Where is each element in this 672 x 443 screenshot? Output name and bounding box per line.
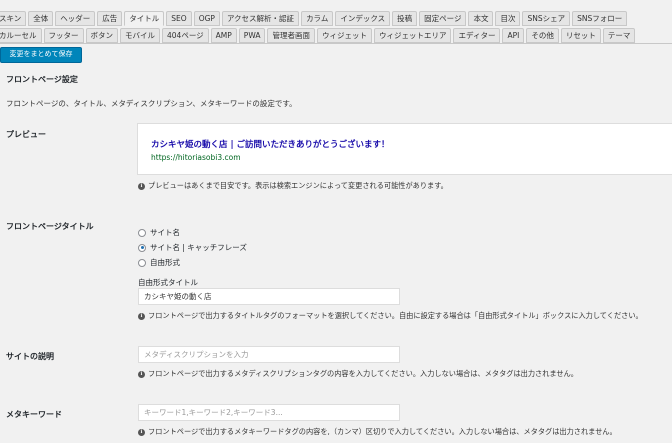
- radio-button[interactable]: [138, 258, 146, 267]
- radio-button-checked[interactable]: [138, 243, 146, 252]
- save-all-button[interactable]: 変更をまとめて保存: [0, 47, 82, 63]
- tab-tabs_row2-4[interactable]: 404ページ: [162, 28, 209, 43]
- radio-label: サイト名: [150, 228, 180, 237]
- tab-tabs_row2-12[interactable]: その他: [526, 28, 559, 43]
- tab-tabs_row2-7[interactable]: 管理者画面: [267, 28, 315, 43]
- tabs-divider: [0, 43, 672, 44]
- preview-note: i プレビューはあくまで目安です。表示は検索エンジンによって変更される可能性があ…: [138, 181, 448, 191]
- info-icon: i: [138, 312, 145, 320]
- radio-button[interactable]: [138, 228, 146, 237]
- tab-tabs_row2-6[interactable]: PWA: [238, 28, 266, 43]
- tab-tabs_row1-6[interactable]: OGP: [193, 11, 220, 26]
- tab-tabs_row1-11[interactable]: 固定ページ: [419, 11, 467, 26]
- radio-label: サイト名 | キャッチフレーズ: [150, 243, 247, 252]
- tab-tabs_row2-11[interactable]: API: [502, 28, 525, 43]
- meta-keywords-note-text: フロントページで出力するメタキーワードタグの内容を,（カンマ）区切りで入力してく…: [148, 427, 617, 436]
- info-icon: i: [138, 182, 145, 190]
- radio-free-format[interactable]: 自由形式: [138, 257, 180, 268]
- site-description-label: サイトの説明: [6, 352, 54, 361]
- tab-tabs_row1-10[interactable]: 投稿: [392, 11, 418, 26]
- meta-keywords-input[interactable]: キーワード1,キーワード2,キーワード3...: [138, 404, 400, 421]
- tab-tabs_row1-4[interactable]: タイトル: [124, 11, 165, 26]
- tab-tabs_row2-10[interactable]: エディター: [453, 28, 501, 43]
- info-icon: i: [138, 370, 145, 378]
- preview-note-text: プレビューはあくまで目安です。表示は検索エンジンによって変更される可能性がありま…: [148, 181, 448, 190]
- tab-tabs_row1-5[interactable]: SEO: [166, 11, 192, 26]
- settings-tabs-row-1: スキン 全体 ヘッダー 広告 タイトル SEO OGP アクセス解析・認証 カラム インデックス投…: [0, 11, 628, 29]
- tab-tabs_row2-8[interactable]: ウィジェット: [316, 28, 372, 43]
- tab-tabs_row2-13[interactable]: リセット: [560, 28, 601, 43]
- tab-tabs_row1-1[interactable]: 全体: [28, 11, 54, 26]
- tab-tabs_row2-0[interactable]: カルーセル: [0, 28, 42, 43]
- free-title-input[interactable]: カシキヤ姫の動く店: [138, 288, 400, 305]
- tab-tabs_row1-7[interactable]: アクセス解析・認証: [221, 11, 300, 26]
- preview-title: カシキヤ姫の動く店 | ご訪問いただきありがとうございます！: [151, 140, 390, 150]
- front-title-note: i フロントページで出力するタイトルタグのフォーマットを選択してください。自由に…: [138, 311, 643, 321]
- tab-tabs_row2-5[interactable]: AMP: [210, 28, 237, 43]
- tab-tabs_row2-9[interactable]: ウィジェットエリア: [373, 28, 452, 43]
- preview-label: プレビュー: [6, 130, 46, 139]
- meta-keywords-note: i フロントページで出力するメタキーワードタグの内容を,（カンマ）区切りで入力し…: [138, 427, 617, 437]
- tab-tabs_row1-8[interactable]: カラム: [301, 11, 334, 26]
- tab-tabs_row1-2[interactable]: ヘッダー: [55, 11, 96, 26]
- info-icon: i: [138, 428, 145, 436]
- tab-tabs_row2-3[interactable]: モバイル: [120, 28, 160, 43]
- tab-tabs_row1-0[interactable]: スキン: [0, 11, 27, 26]
- section-title: フロントページ設定: [6, 75, 78, 84]
- tab-tabs_row2-2[interactable]: ボタン: [85, 28, 118, 43]
- front-title-note-text: フロントページで出力するタイトルタグのフォーマットを選択してください。自由に設定…: [148, 311, 643, 320]
- tab-tabs_row2-14[interactable]: テーマ: [602, 28, 636, 43]
- tab-tabs_row1-14[interactable]: SNSシェア: [522, 11, 571, 26]
- free-title-label: 自由形式タイトル: [138, 278, 198, 287]
- site-description-note: i フロントページで出力するメタディスクリプションタグの内容を入力してください。…: [138, 369, 578, 379]
- preview-url: https://hitoriasobi3.com: [151, 153, 241, 162]
- radio-site-name-catchphrase[interactable]: サイト名 | キャッチフレーズ: [138, 242, 247, 253]
- radio-label: 自由形式: [150, 258, 180, 267]
- tab-tabs_row1-13[interactable]: 目次: [495, 11, 521, 26]
- tab-tabs_row2-1[interactable]: フッター: [43, 28, 84, 43]
- site-description-note-text: フロントページで出力するメタディスクリプションタグの内容を入力してください。入力…: [148, 369, 578, 378]
- tab-tabs_row1-15[interactable]: SNSフォロー: [572, 11, 628, 26]
- tab-tabs_row1-3[interactable]: 広告: [97, 11, 123, 26]
- search-preview-box: カシキヤ姫の動く店 | ご訪問いただきありがとうございます！ https://h…: [137, 123, 672, 175]
- tab-tabs_row1-12[interactable]: 本文: [468, 11, 494, 26]
- radio-site-name[interactable]: サイト名: [138, 227, 180, 238]
- meta-description-input[interactable]: メタディスクリプションを入力: [138, 346, 400, 363]
- section-description: フロントページの、タイトル、メタディスクリプション、メタキーワードの設定です。: [6, 99, 297, 108]
- front-title-label: フロントページタイトル: [6, 222, 94, 231]
- tab-tabs_row1-9[interactable]: インデックス: [335, 11, 391, 26]
- meta-keywords-label: メタキーワード: [6, 410, 62, 419]
